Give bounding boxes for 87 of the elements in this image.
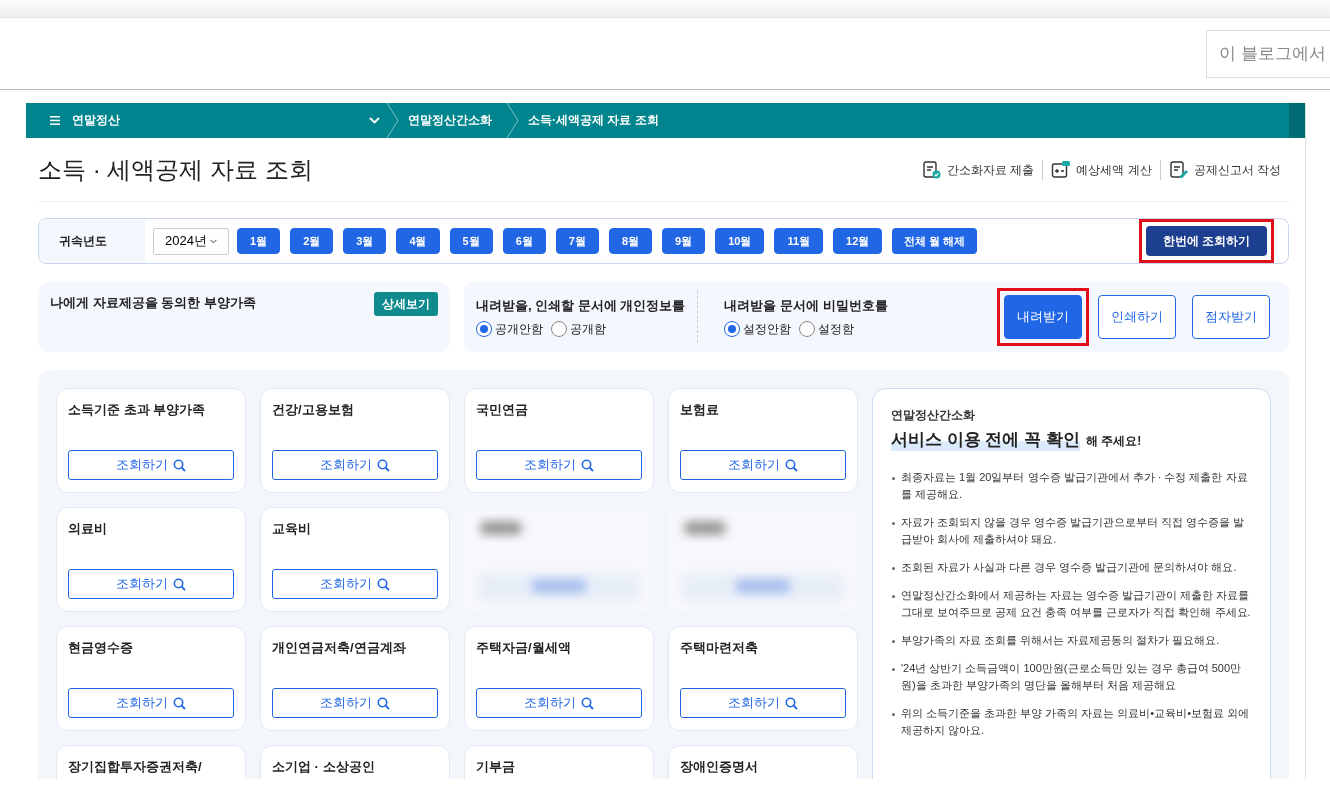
header-link[interactable]: 공제신고서 작성 (1159, 159, 1289, 180)
document-check-icon (921, 159, 942, 180)
search-icon (785, 696, 798, 710)
month-button[interactable]: 1월 (237, 228, 281, 254)
card-title: 건강/고용보험 (272, 401, 355, 419)
notice-heading-suffix: 해 주세요! (1085, 433, 1142, 450)
breadcrumb-link[interactable]: 소득·세액공제 자료 조회 (520, 112, 673, 129)
lookup-button[interactable]: 조회하기 (680, 450, 846, 480)
notice-item: 조회된 자료가 사실과 다른 경우 영수증 발급기관에 문의하셔야 해요. (891, 559, 1252, 576)
month-button[interactable]: 12월 (833, 228, 883, 254)
card-title: 현금영수증 (68, 639, 134, 657)
month-button[interactable]: 9월 (662, 228, 706, 254)
lookup-button[interactable]: 조회하기 (680, 688, 846, 718)
radio-option[interactable]: 설정안함 (724, 320, 792, 338)
card-title: 개인연금저축/연금계좌 (272, 639, 407, 657)
action-button[interactable]: 점자받기 (1192, 295, 1270, 339)
search-icon (785, 458, 798, 472)
search-icon (173, 696, 186, 710)
month-button[interactable]: 3월 (343, 228, 387, 254)
card-title: 교육비 (272, 520, 312, 538)
month-button[interactable]: 6월 (502, 228, 546, 254)
card-title: 주택마련저축 (680, 639, 759, 657)
month-button[interactable]: 8월 (608, 228, 652, 254)
lookup-button[interactable]: 조회하기 (476, 688, 642, 718)
clear-months-button[interactable]: 전체 월 해제 (892, 228, 978, 254)
lookup-button[interactable]: 조회하기 (68, 688, 234, 718)
card-title: 소득기준 초과 부양가족 (68, 401, 207, 419)
radio-option[interactable]: 공개안함 (476, 320, 543, 338)
menu-icon (50, 116, 60, 125)
search-icon (581, 696, 594, 710)
card-title: 주택자금/월세액 (476, 639, 572, 657)
year-select[interactable]: 2024년 (153, 227, 229, 255)
notice-item: '24년 상반기 소득금액이 100만원(근로소득만 있는 경우 총급여 500만원)을 초과한 부양가족의 명단을 올해부터 처음 제공해요 (891, 660, 1252, 694)
page-title: 소득 · 세액공제 자료 조회 (38, 154, 313, 185)
lookup-button[interactable]: 조회하기 (272, 688, 438, 718)
month-button[interactable]: 10월 (715, 228, 765, 254)
card-title: 기부금 (476, 758, 516, 776)
radio-option[interactable]: 공개함 (551, 320, 606, 338)
lookup-button[interactable]: 조회하기 (476, 450, 642, 480)
month-button[interactable]: 2월 (290, 228, 334, 254)
chevron-down-icon (369, 117, 380, 124)
month-button[interactable]: 11월 (774, 228, 823, 254)
breadcrumb-separator-icon (506, 103, 520, 138)
search-field[interactable]: 이 블로그에서 (1206, 29, 1330, 78)
notice-item: 최종자료는 1월 20일부터 영수증 발급기관에서 추가 · 수정 제출한 자료를 제공해요. (891, 469, 1252, 503)
notice-item: 자료가 조회되지 않을 경우 영수증 발급기관으로부터 직접 영수증을 발급받아 회사에 제출하셔야 돼요. (891, 514, 1252, 548)
nav-bar-end (1289, 103, 1305, 138)
notice-item: 연말정산간소화에서 제공하는 자료는 영수증 발급기관이 제출한 자료를 그대로 보여주므로 공제 요건 충족 여부를 근로자가 직접 확인해 주세요. (891, 587, 1252, 621)
notice-item: 부양가족의 자료 조회를 위해서는 자료제공동의 절차가 필요해요. (891, 632, 1252, 649)
card-title: 장애인증명서 (680, 758, 759, 776)
search-icon (173, 577, 186, 591)
header-link[interactable]: 예상세액 계산 (1042, 159, 1160, 180)
lookup-button[interactable]: 조회하기 (272, 450, 438, 480)
search-icon (377, 458, 390, 472)
nav-menu-label[interactable]: 연말정산 (72, 112, 357, 129)
lookup-button[interactable]: 조회하기 (68, 450, 234, 480)
option-title: 내려받을 문서에 비밀번호를 (724, 296, 888, 315)
breadcrumb-separator-icon (386, 103, 400, 138)
card-title: 국민연금 (476, 401, 529, 419)
action-button[interactable]: 인쇄하기 (1098, 295, 1176, 339)
radio-option[interactable]: 설정함 (799, 320, 855, 338)
card-title: 의료비 (68, 520, 108, 538)
lookup-button[interactable]: 조회하기 (68, 569, 234, 599)
month-button[interactable]: 5월 (449, 228, 493, 254)
search-icon (377, 577, 390, 591)
notice-item: 위의 소득기준을 초과한 부양 가족의 자료는 의료비•교육비•보험료 외에 제공하지 않아요. (891, 705, 1252, 739)
calculator-icon (1051, 159, 1072, 180)
month-button[interactable]: 7월 (555, 228, 599, 254)
option-title: 내려받을, 인쇄할 문서에 개인정보를 (476, 296, 686, 315)
search-all-button[interactable]: 한번에 조회하기 (1146, 226, 1267, 256)
card-title: 보험료 (680, 401, 720, 419)
detail-button[interactable]: 상세보기 (374, 292, 438, 316)
search-icon (581, 458, 594, 472)
header-link[interactable]: 간소화자료 제출 (913, 159, 1043, 180)
card-title: 장기집합투자증권저축/ (68, 758, 203, 776)
consent-text: 나에게 자료제공을 동의한 부양가족 (50, 294, 256, 312)
card-title: 소기업 · 소상공인 (272, 758, 376, 776)
caret-icon (209, 238, 217, 244)
breadcrumb-link[interactable]: 연말정산간소화 (400, 112, 506, 129)
month-button[interactable]: 4월 (396, 228, 440, 254)
action-button[interactable]: 내려받기 (1004, 295, 1082, 339)
lookup-button[interactable]: 조회하기 (272, 569, 438, 599)
filter-label: 귀속년도 (39, 219, 145, 263)
document-edit-icon (1168, 159, 1189, 180)
notice-subtitle: 연말정산간소화 (891, 407, 976, 424)
search-icon (377, 696, 390, 710)
search-icon (173, 458, 186, 472)
